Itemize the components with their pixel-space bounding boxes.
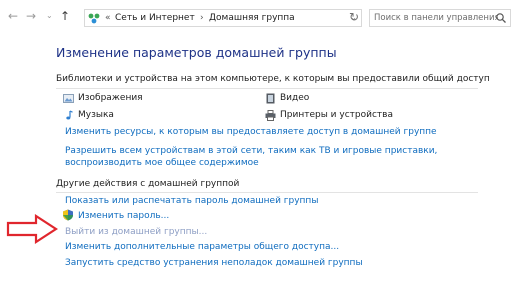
search-icon[interactable] [495, 12, 507, 24]
breadcrumb-separator: « [105, 13, 111, 23]
refresh-icon[interactable]: ↻ [349, 9, 359, 25]
change-password-link[interactable]: Изменить пароль... [78, 211, 169, 221]
forward-arrow-icon[interactable]: → [26, 9, 36, 23]
breadcrumb-network-internet[interactable]: Сеть и Интернет [115, 12, 195, 24]
video-icon [266, 93, 275, 104]
breadcrumb-separator: › [200, 13, 204, 23]
section-divider [56, 192, 478, 193]
red-arrow-icon [6, 214, 58, 244]
allow-devices-stream-link[interactable]: Разрешить всем устройствам в этой сети, … [65, 145, 465, 169]
up-arrow-icon[interactable]: ↑ [60, 9, 70, 23]
network-icon [88, 13, 100, 24]
music-icon [66, 110, 73, 120]
address-box[interactable]: « Сеть и Интернет › Домашняя группа ⌄ [84, 9, 362, 27]
shared-section-heading: Библиотеки и устройства на этом компьюте… [56, 74, 490, 84]
shared-item-label: Музыка [78, 110, 114, 120]
page-title: Изменение параметров домашней группы [56, 45, 337, 60]
section-divider [56, 88, 478, 89]
shield-icon [63, 209, 73, 221]
shared-item-label: Видео [280, 93, 310, 103]
pictures-icon [63, 94, 74, 103]
recent-locations-chevron-icon[interactable]: ⌄ [46, 9, 53, 23]
back-arrow-icon[interactable]: ← [8, 9, 18, 23]
shared-item-label: Принтеры и устройства [280, 110, 393, 120]
shared-item-label: Изображения [78, 93, 143, 103]
advanced-sharing-settings-link[interactable]: Изменить дополнительные параметры общего… [65, 242, 339, 252]
homegroup-troubleshooter-link[interactable]: Запустить средство устранения неполадок … [65, 258, 363, 268]
other-actions-heading: Другие действия с домашней группой [56, 179, 240, 189]
breadcrumb-homegroup[interactable]: Домашняя группа [209, 12, 295, 24]
show-print-password-link[interactable]: Показать или распечатать пароль домашней… [65, 196, 318, 206]
leave-homegroup-link[interactable]: Выйти из домашней группы... [65, 227, 207, 237]
search-box[interactable] [369, 9, 511, 27]
printer-icon [265, 110, 276, 121]
change-shared-resources-link[interactable]: Изменить ресурсы, к которым вы предостав… [65, 127, 437, 137]
address-bar: ← → ⌄ ↑ « Сеть и Интернет › Домашняя гру… [0, 0, 516, 34]
search-input[interactable] [370, 10, 498, 26]
